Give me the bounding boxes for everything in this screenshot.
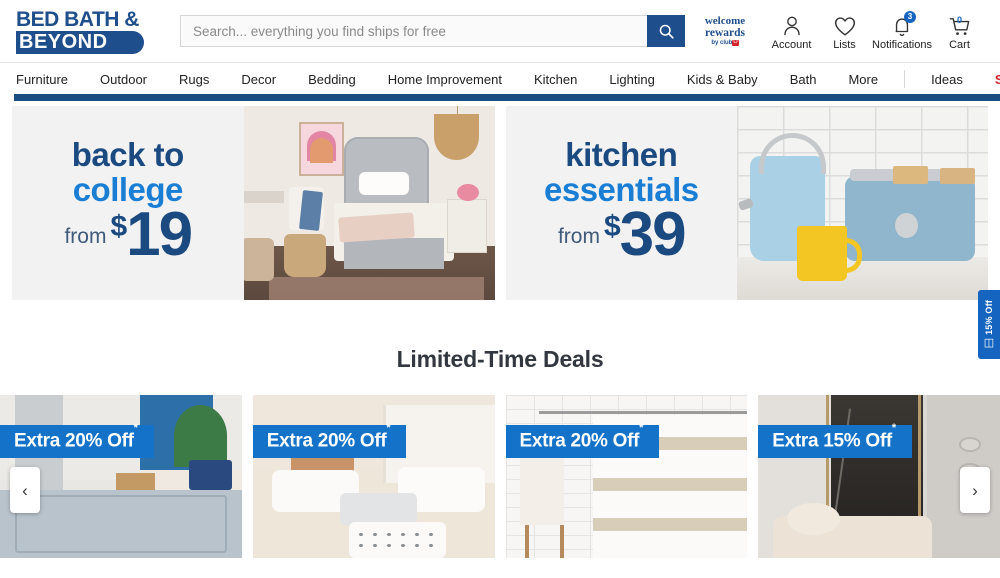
deal-badge-label: Extra 20% Off <box>519 430 640 452</box>
carousel-prev-button[interactable]: ‹ <box>10 467 40 513</box>
header-actions: welcome rewards by clubO Account Lists 3… <box>695 11 986 51</box>
search-icon <box>659 24 674 39</box>
heart-icon <box>818 13 871 37</box>
banner-price-line: from $ 19 <box>64 200 193 270</box>
banner-amount: 19 <box>126 200 193 270</box>
nav-item-kids-baby[interactable]: Kids & Baby <box>671 72 774 87</box>
deal-badge: Extra 20% Off* <box>505 422 660 459</box>
deal-card[interactable]: Extra 20% Off* <box>505 395 748 558</box>
nav-item-bath[interactable]: Bath <box>774 72 833 87</box>
person-icon <box>765 13 818 37</box>
banner-price-line: from $ 39 <box>557 200 687 270</box>
banner-currency: $ <box>110 209 127 243</box>
rewards-club-text: by club <box>711 40 733 47</box>
deal-image-shower-curtain <box>505 395 748 558</box>
banner-headline-1: kitchen <box>565 136 678 174</box>
cart-count: 0 <box>956 15 963 25</box>
header-action-account[interactable]: Account <box>765 11 818 51</box>
chevron-right-icon: › <box>972 480 978 500</box>
header-action-label: Notifications <box>872 39 932 51</box>
main-navigation: Furniture Outdoor Rugs Decor Bedding Hom… <box>0 62 1000 101</box>
banner-amount: 39 <box>619 200 687 270</box>
rewards-line-1: welcome <box>704 14 746 27</box>
logo-line-1: BED BATH & <box>16 7 139 31</box>
nav-item-bedding[interactable]: Bedding <box>292 72 372 87</box>
promo-banner-kitchen-essentials[interactable]: kitchen essentials from $ 39 <box>505 106 988 300</box>
header-action-label: Account <box>771 39 812 51</box>
nav-item-sales-deals[interactable]: Sales & Deals <box>979 72 1000 87</box>
chevron-left-icon: ‹ <box>22 480 28 500</box>
deal-badge-asterisk: * <box>133 422 138 434</box>
banner-text-block: back to college from $ 19 <box>12 106 244 300</box>
nav-item-rugs[interactable]: Rugs <box>163 72 225 87</box>
deal-badge-label: Extra 20% Off <box>14 430 134 452</box>
search-input[interactable] <box>180 15 647 47</box>
deal-badge-asterisk: * <box>639 422 644 434</box>
deal-badge: Extra 20% Off* <box>0 422 154 459</box>
deal-badge-label: Extra 20% Off <box>266 430 387 452</box>
header-action-label: Cart <box>949 39 970 51</box>
nav-item-lighting[interactable]: Lighting <box>593 72 671 87</box>
deal-badge: Extra 15% Off* <box>758 422 912 459</box>
coupon-side-tab[interactable]: 15% Off ◫ <box>978 290 1000 359</box>
nav-accent-bar <box>14 94 1000 101</box>
site-header: BED BATH & BEYOND welcome rewards by clu… <box>0 0 1000 62</box>
header-action-notifications[interactable]: 3 Notifications <box>871 11 933 51</box>
coupon-tab-label: 15% Off <box>984 300 994 335</box>
deal-badge: Extra 20% Off* <box>252 422 407 459</box>
bell-icon <box>871 13 933 37</box>
deal-badge-asterisk: * <box>891 422 896 434</box>
site-logo[interactable]: BED BATH & BEYOND <box>16 9 152 54</box>
rewards-line-2: rewards <box>704 27 746 40</box>
promo-banner-back-to-college[interactable]: back to college from $ 19 <box>12 106 495 300</box>
nav-right-group: Ideas Sales & Deals <box>894 70 1000 88</box>
coupon-tag-icon: ◫ <box>983 336 995 349</box>
header-action-lists[interactable]: Lists <box>818 11 871 51</box>
notifications-badge: 3 <box>904 11 916 23</box>
nav-item-furniture[interactable]: Furniture <box>14 72 84 87</box>
deal-card[interactable]: Extra 20% Off* <box>252 395 495 558</box>
rewards-line-3: by clubO <box>695 39 755 47</box>
nav-item-outdoor[interactable]: Outdoor <box>84 72 163 87</box>
deal-badge-asterisk: * <box>386 422 391 434</box>
banner-image-kitchen <box>737 106 988 300</box>
nav-divider <box>904 70 906 88</box>
banner-from-label: from <box>557 224 600 248</box>
header-action-label: Lists <box>833 39 856 51</box>
search-bar[interactable] <box>180 15 685 47</box>
search-button[interactable] <box>647 15 685 47</box>
header-action-cart[interactable]: 0 Cart <box>933 11 986 51</box>
carousel-next-button[interactable]: › <box>960 467 990 513</box>
nav-item-more[interactable]: More <box>832 72 894 87</box>
deals-carousel: Extra 20% Off* Extra 20% Off* Extra 20% … <box>0 373 1000 558</box>
page-title: Limited-Time Deals <box>396 346 604 372</box>
deal-image-bedding <box>252 395 495 558</box>
nav-item-home-improvement[interactable]: Home Improvement <box>372 72 518 87</box>
banner-image-dorm-bedroom <box>243 106 495 300</box>
banner-headline-1: back to <box>71 136 185 174</box>
banner-text-block: kitchen essentials from $ 39 <box>506 106 738 300</box>
rewards-chip-icon: O <box>732 39 739 46</box>
deal-badge-label: Extra 15% Off <box>772 430 892 452</box>
nav-item-decor[interactable]: Decor <box>225 72 292 87</box>
promo-banners: back to college from $ 19 kitchen essent <box>0 95 1000 300</box>
banner-currency: $ <box>603 209 621 243</box>
banner-from-label: from <box>64 224 107 248</box>
nav-item-ideas[interactable]: Ideas <box>915 72 979 87</box>
nav-item-kitchen[interactable]: Kitchen <box>518 72 593 87</box>
welcome-rewards-logo[interactable]: welcome rewards by clubO <box>695 14 755 47</box>
logo-line-2: BEYOND <box>16 30 144 54</box>
